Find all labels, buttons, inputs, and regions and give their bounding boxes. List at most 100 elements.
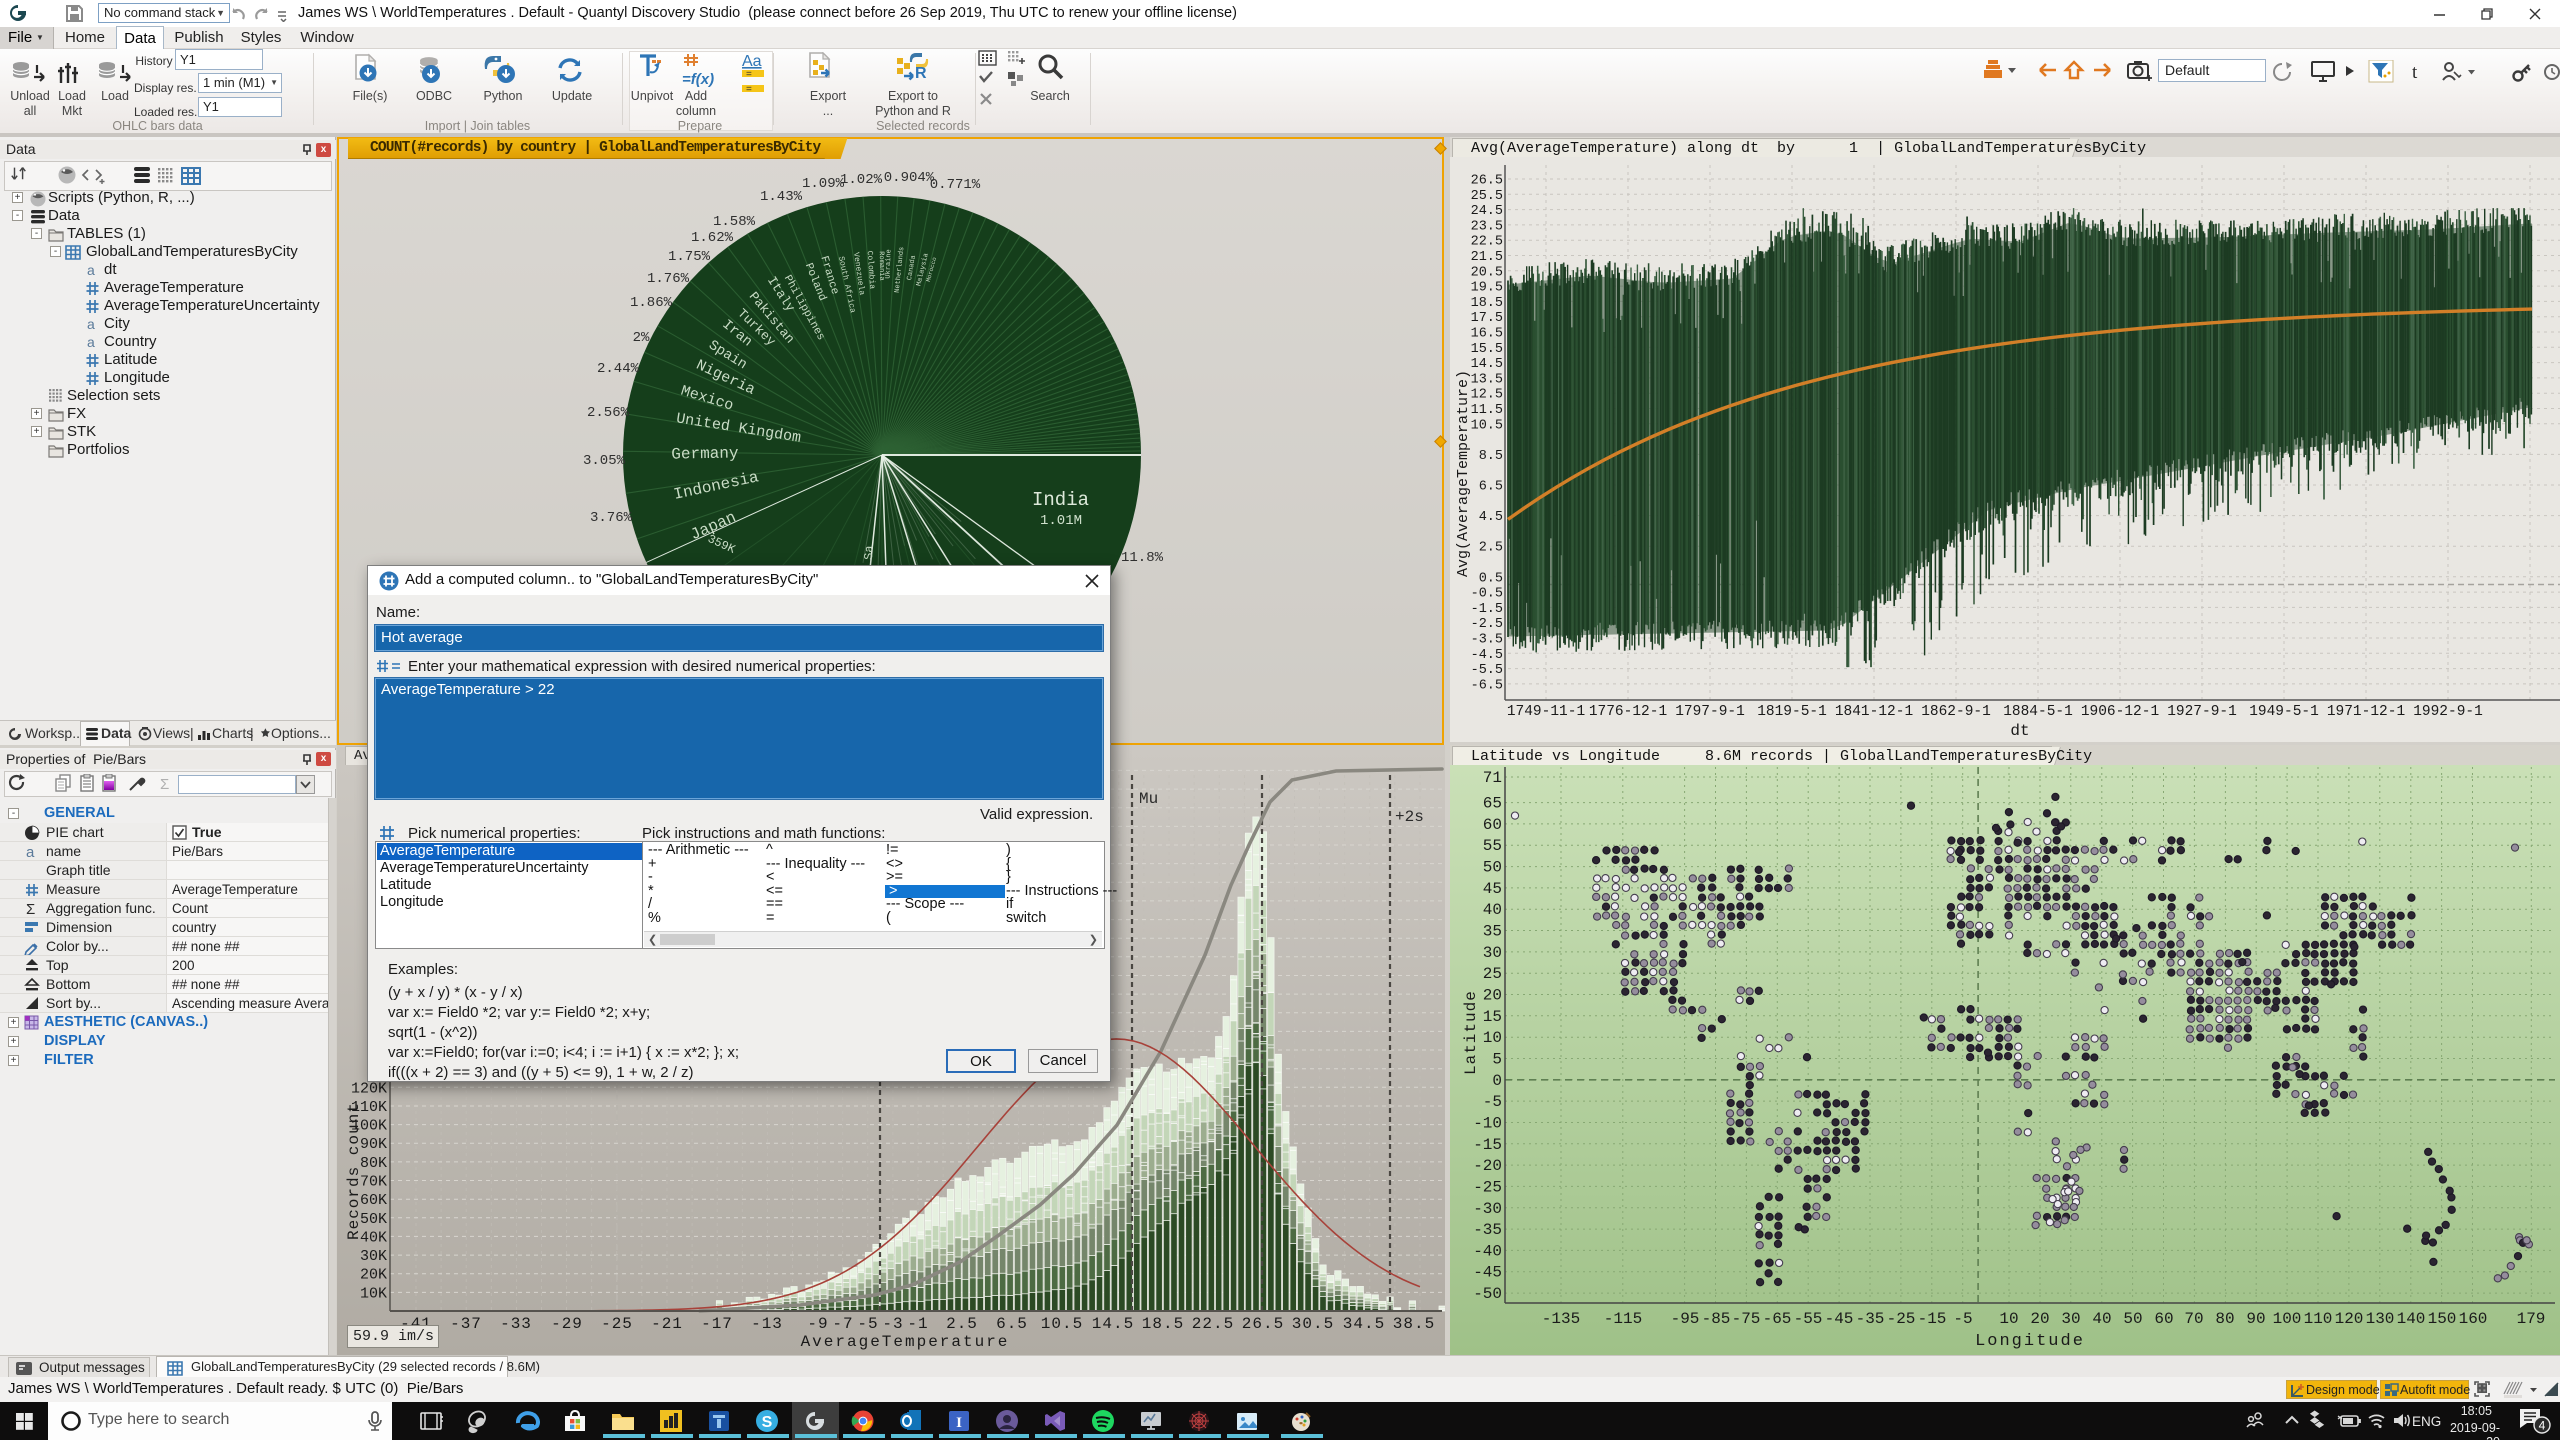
svg-text:-35: -35 xyxy=(1856,1310,1885,1328)
svg-text:40: 40 xyxy=(1483,901,1502,919)
svg-text:100: 100 xyxy=(2273,1310,2302,1328)
svg-text:1.58%: 1.58% xyxy=(713,214,756,230)
svg-text:17.5: 17.5 xyxy=(1471,311,1503,326)
svg-text:80: 80 xyxy=(2215,1310,2234,1328)
svg-text:2.5: 2.5 xyxy=(946,1315,978,1333)
svg-text:-1.5: -1.5 xyxy=(1471,602,1503,617)
svg-text:15: 15 xyxy=(1483,1008,1502,1026)
svg-text:70: 70 xyxy=(2184,1310,2203,1328)
svg-text:4: 4 xyxy=(2539,1419,2546,1433)
svg-text:-25: -25 xyxy=(1473,1178,1502,1196)
svg-text:0.5: 0.5 xyxy=(1479,571,1503,586)
svg-text:1971-12-1: 1971-12-1 xyxy=(2327,704,2405,720)
svg-text:38.5: 38.5 xyxy=(1393,1315,1435,1333)
svg-text:26.5: 26.5 xyxy=(1471,174,1503,189)
svg-text:11.5: 11.5 xyxy=(1471,403,1503,418)
svg-text:18.5: 18.5 xyxy=(1142,1315,1184,1333)
svg-text:-65: -65 xyxy=(1763,1310,1792,1328)
svg-text:10: 10 xyxy=(1483,1029,1502,1047)
svg-text:-29: -29 xyxy=(551,1315,583,1333)
svg-text:-2.5: -2.5 xyxy=(1471,617,1503,632)
svg-text:-5: -5 xyxy=(1953,1310,1972,1328)
svg-text:1.43%: 1.43% xyxy=(760,189,803,205)
svg-text:a: a xyxy=(26,844,35,860)
svg-text:=f(x): =f(x) xyxy=(682,71,714,88)
svg-text:30: 30 xyxy=(2061,1310,2080,1328)
svg-text:10.5: 10.5 xyxy=(1471,418,1503,433)
svg-text:35: 35 xyxy=(1483,923,1502,941)
svg-text:-45: -45 xyxy=(1825,1310,1854,1328)
svg-text:-50: -50 xyxy=(1473,1285,1502,1303)
svg-text:2.56%: 2.56% xyxy=(587,405,630,421)
svg-text:60: 60 xyxy=(1483,816,1502,834)
svg-text:71: 71 xyxy=(1483,769,1502,787)
svg-text:Σ: Σ xyxy=(160,776,169,793)
svg-text:1.75%: 1.75% xyxy=(668,249,711,265)
svg-text:I: I xyxy=(956,1415,962,1431)
svg-text:1776-12-1: 1776-12-1 xyxy=(1589,704,1667,720)
svg-text:150: 150 xyxy=(2428,1310,2457,1328)
svg-text:-25: -25 xyxy=(1887,1310,1916,1328)
svg-text:160: 160 xyxy=(2459,1310,2488,1328)
svg-text:-115: -115 xyxy=(1604,1310,1642,1328)
svg-text:-15: -15 xyxy=(1918,1310,1947,1328)
svg-text:-35: -35 xyxy=(1473,1221,1502,1239)
svg-text:-6.5: -6.5 xyxy=(1471,678,1503,693)
svg-text:-45: -45 xyxy=(1473,1264,1502,1282)
svg-text:1906-12-1: 1906-12-1 xyxy=(2081,704,2159,720)
svg-text:26.5: 26.5 xyxy=(1242,1315,1284,1333)
svg-text:-9: -9 xyxy=(807,1315,828,1333)
svg-text:AverageTemperature: AverageTemperature xyxy=(801,1333,1010,1351)
svg-text:1992-9-1: 1992-9-1 xyxy=(2413,704,2483,720)
svg-text:1.01M: 1.01M xyxy=(1040,513,1082,529)
svg-text:15.5: 15.5 xyxy=(1471,342,1503,357)
svg-text:50: 50 xyxy=(1483,859,1502,877)
svg-text:20: 20 xyxy=(1483,987,1502,1005)
svg-text:-25: -25 xyxy=(601,1315,633,1333)
svg-text:1949-5-1: 1949-5-1 xyxy=(2249,704,2319,720)
svg-text:-0.5: -0.5 xyxy=(1471,587,1503,602)
svg-text:S: S xyxy=(762,1414,773,1431)
svg-text:14.5: 14.5 xyxy=(1092,1315,1134,1333)
svg-text:60: 60 xyxy=(2154,1310,2173,1328)
svg-text:Germany: Germany xyxy=(671,444,739,463)
svg-text:25: 25 xyxy=(1483,965,1502,983)
svg-text:3.05%: 3.05% xyxy=(583,453,626,469)
svg-text:Sa: Sa xyxy=(862,545,876,560)
svg-text:1.86%: 1.86% xyxy=(630,295,673,311)
svg-text:140: 140 xyxy=(2397,1310,2426,1328)
svg-text:30.5: 30.5 xyxy=(1292,1315,1334,1333)
svg-text:22.5: 22.5 xyxy=(1471,235,1503,250)
svg-text:24.5: 24.5 xyxy=(1471,204,1503,219)
svg-text:-1: -1 xyxy=(907,1315,928,1333)
svg-text:-15: -15 xyxy=(1473,1136,1502,1154)
svg-text:-55: -55 xyxy=(1794,1310,1823,1328)
svg-text:2.44%: 2.44% xyxy=(597,361,640,377)
svg-text:90: 90 xyxy=(2246,1310,2265,1328)
svg-text:20: 20 xyxy=(2030,1310,2049,1328)
svg-text:10.5: 10.5 xyxy=(1041,1315,1083,1333)
svg-text:-20: -20 xyxy=(1473,1157,1502,1175)
svg-text:-3.5: -3.5 xyxy=(1471,633,1503,648)
svg-text:3.76%: 3.76% xyxy=(590,510,633,526)
svg-text:-75: -75 xyxy=(1732,1310,1761,1328)
svg-text:-4.5: -4.5 xyxy=(1471,648,1503,663)
svg-text:22.5: 22.5 xyxy=(1192,1315,1234,1333)
svg-text:1.02%: 1.02% xyxy=(840,172,883,188)
svg-text:2%: 2% xyxy=(633,330,650,346)
svg-text:21.5: 21.5 xyxy=(1471,250,1503,265)
svg-text:-21: -21 xyxy=(651,1315,683,1333)
svg-text:30: 30 xyxy=(1483,944,1502,962)
svg-text:6.5: 6.5 xyxy=(1479,480,1503,495)
svg-text:14.5: 14.5 xyxy=(1471,357,1503,372)
svg-text:-135: -135 xyxy=(1542,1310,1580,1328)
svg-text:40: 40 xyxy=(2092,1310,2111,1328)
svg-text:110: 110 xyxy=(2304,1310,2333,1328)
svg-text:16.5: 16.5 xyxy=(1471,327,1503,342)
svg-text:19.5: 19.5 xyxy=(1471,281,1503,296)
svg-text:120: 120 xyxy=(2335,1310,2364,1328)
svg-text:=: = xyxy=(746,84,752,92)
svg-text:India: India xyxy=(1032,489,1089,511)
svg-text:5: 5 xyxy=(1492,1051,1502,1069)
svg-text:-13: -13 xyxy=(751,1315,783,1333)
